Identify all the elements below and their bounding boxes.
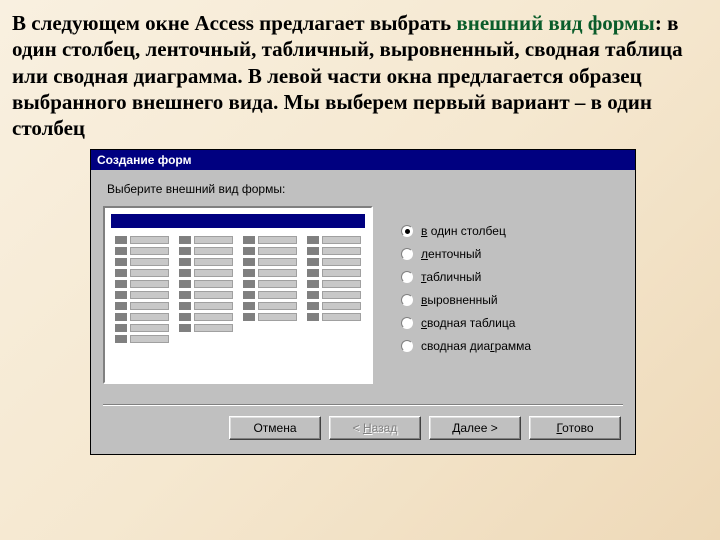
- option-columnar[interactable]: в один столбец: [401, 224, 623, 238]
- preview-header-band: [111, 214, 365, 228]
- option-label: сводная диаграмма: [421, 339, 531, 353]
- doc-text-pre: В следующем окне Access предлагает выбра…: [12, 11, 456, 35]
- option-datasheet[interactable]: табличный: [401, 270, 623, 284]
- radio-icon: [401, 294, 413, 306]
- radio-icon: [401, 271, 413, 283]
- cancel-button[interactable]: Отмена: [229, 416, 321, 440]
- radio-icon: [401, 225, 413, 237]
- cancel-button-label: Отмена: [253, 421, 296, 435]
- wizard-dialog: Создание форм Выберите внешний вид формы…: [90, 149, 636, 455]
- next-button[interactable]: Далее >: [429, 416, 521, 440]
- dialog-body: Выберите внешний вид формы:: [91, 170, 635, 454]
- layout-options: в один столбец ленточный табличный выров…: [401, 206, 623, 353]
- option-label: в один столбец: [421, 224, 506, 238]
- radio-icon: [401, 248, 413, 260]
- option-label: выровненный: [421, 293, 498, 307]
- back-button-label: < Назад: [353, 421, 398, 435]
- wizard-button-row: Отмена < Назад Далее > Готово: [103, 416, 623, 448]
- instruction-paragraph: В следующем окне Access предлагает выбра…: [0, 0, 720, 149]
- finish-button-label: Готово: [556, 421, 593, 435]
- dialog-title: Создание форм: [97, 153, 191, 167]
- option-pivotchart[interactable]: сводная диаграмма: [401, 339, 623, 353]
- layout-preview: [103, 206, 373, 384]
- option-tabular[interactable]: ленточный: [401, 247, 623, 261]
- dialog-titlebar: Создание форм: [91, 150, 635, 170]
- radio-icon: [401, 317, 413, 329]
- dialog-instruction: Выберите внешний вид формы:: [107, 182, 623, 196]
- option-label: сводная таблица: [421, 316, 515, 330]
- option-label: табличный: [421, 270, 481, 284]
- preview-field-grid: [111, 236, 365, 343]
- radio-icon: [401, 340, 413, 352]
- divider: [103, 404, 623, 406]
- option-pivottable[interactable]: сводная таблица: [401, 316, 623, 330]
- finish-button[interactable]: Готово: [529, 416, 621, 440]
- doc-text-accent: внешний вид формы: [456, 11, 654, 35]
- option-label: ленточный: [421, 247, 481, 261]
- back-button[interactable]: < Назад: [329, 416, 421, 440]
- option-justified[interactable]: выровненный: [401, 293, 623, 307]
- next-button-label: Далее >: [452, 421, 498, 435]
